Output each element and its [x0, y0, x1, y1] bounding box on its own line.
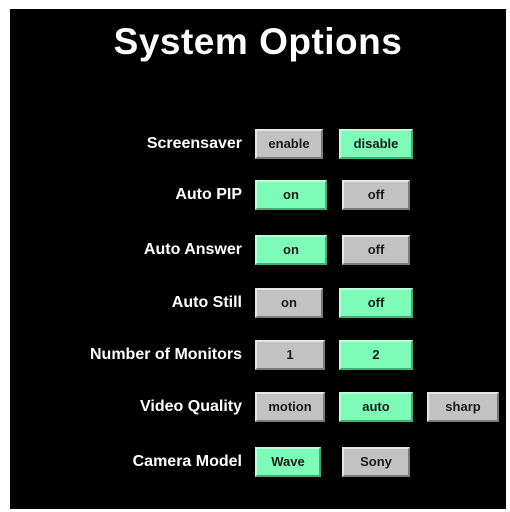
video-quality-motion-button[interactable]: motion [255, 392, 325, 422]
auto-answer-off-button[interactable]: off [342, 235, 410, 265]
auto-still-off-button[interactable]: off [339, 288, 413, 318]
auto-pip-off-button[interactable]: off [342, 180, 410, 210]
camera-model-label: Camera Model [132, 453, 242, 470]
auto-answer-label: Auto Answer [143, 241, 242, 258]
video-quality-auto-button[interactable]: auto [339, 392, 413, 422]
auto-pip-label: Auto PIP [175, 186, 242, 203]
system-options-panel: System Options Screensaver enable disabl… [10, 9, 506, 509]
auto-answer-on-button[interactable]: on [255, 235, 327, 265]
page-title: System Options [113, 21, 403, 62]
screensaver-enable-button[interactable]: enable [255, 129, 323, 159]
screen: System Options Screensaver enable disabl… [0, 0, 510, 512]
monitors-2-button[interactable]: 2 [339, 340, 413, 370]
video-quality-sharp-button[interactable]: sharp [427, 392, 499, 422]
auto-still-label: Auto Still [171, 294, 242, 311]
screensaver-disable-button[interactable]: disable [339, 129, 413, 159]
camera-model-sony-button[interactable]: Sony [342, 447, 410, 477]
auto-pip-on-button[interactable]: on [255, 180, 327, 210]
camera-model-wave-button[interactable]: Wave [255, 447, 321, 477]
number-of-monitors-label: Number of Monitors [90, 346, 242, 363]
auto-still-on-button[interactable]: on [255, 288, 323, 318]
screensaver-label: Screensaver [146, 135, 242, 152]
monitors-1-button[interactable]: 1 [255, 340, 325, 370]
video-quality-label: Video Quality [140, 398, 242, 415]
